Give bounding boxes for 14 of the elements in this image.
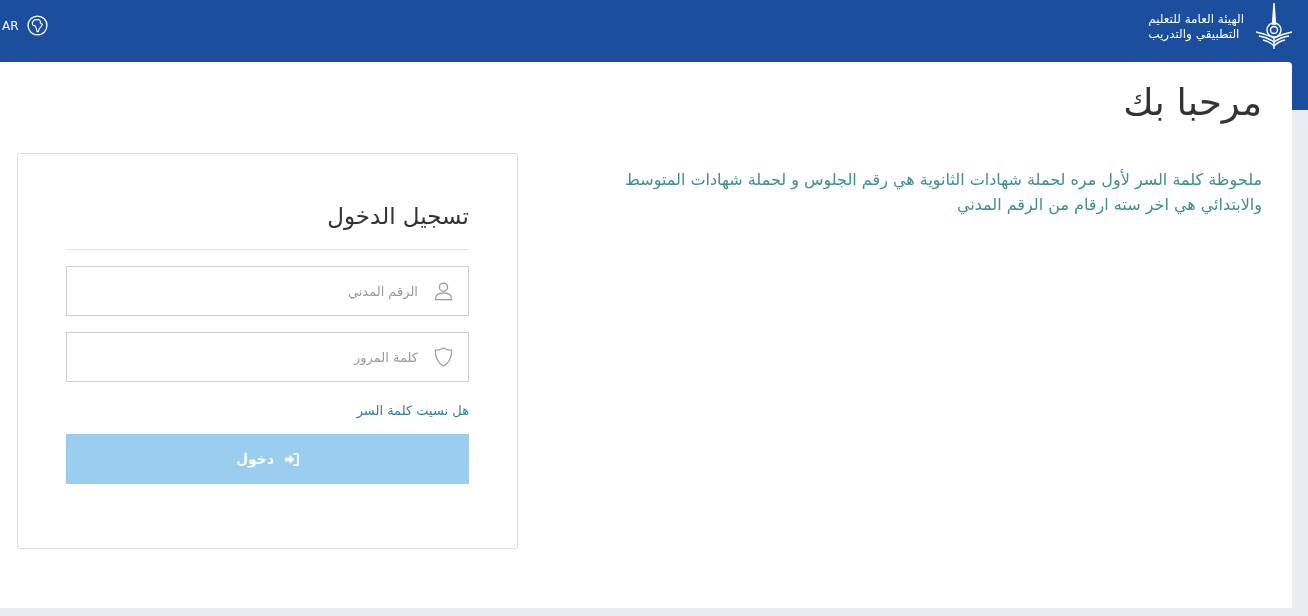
shield-icon bbox=[434, 347, 453, 367]
welcome-heading: مرحبا بك bbox=[1123, 80, 1262, 126]
password-field[interactable]: كلمة المرور bbox=[66, 332, 469, 382]
forgot-password-link[interactable]: هل نسيت كلمة السر bbox=[356, 400, 469, 422]
language-label[interactable]: AR bbox=[2, 18, 19, 33]
sign-in-icon bbox=[284, 452, 300, 466]
user-icon bbox=[434, 281, 453, 301]
globe-icon[interactable] bbox=[26, 15, 48, 36]
tower-emblem-icon bbox=[1254, 2, 1294, 50]
civil-id-field[interactable]: الرقم المدني bbox=[66, 266, 469, 316]
organization-name-line: التطبيقي والتدريب bbox=[1148, 27, 1240, 42]
password-note: ملحوظة كلمة السر لأول مره لحملة شهادات الثانوية هي رقم الجلوس و لحملة شهادات المتوسط والابتدائي هي اخر سته ارقام من الرقم المدني bbox=[624, 168, 1262, 217]
login-heading: تسجيل الدخول bbox=[327, 202, 469, 232]
organization-name-line: الهيئة العامة للتعليم bbox=[1148, 12, 1244, 27]
